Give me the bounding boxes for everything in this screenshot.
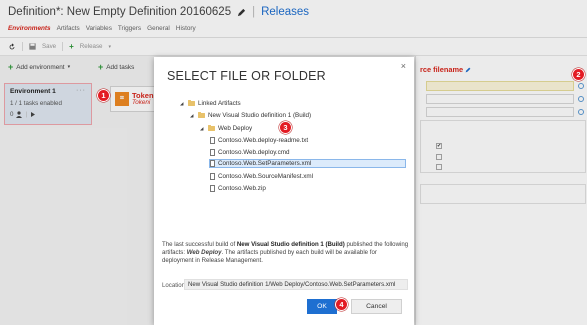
tree-node-build[interactable]: ◢ New Visual Studio definition 1 (Build) [190, 111, 311, 120]
tree-node-label: New Visual Studio definition 1 (Build) [208, 112, 312, 119]
tree-node-linked-artifacts[interactable]: ◢ Linked Artifacts [180, 99, 241, 108]
description-text: The last successful build of [162, 241, 237, 248]
description-build-name: New Visual Studio definition 1 (Build) [236, 241, 345, 248]
tree-node-label: Contoso.Web.SetParameters.xml [218, 160, 312, 167]
callout-badge-4: 4 [335, 298, 348, 311]
cancel-button[interactable]: Cancel [351, 299, 402, 314]
folder-icon [208, 124, 215, 131]
tree-node-label: Linked Artifacts [198, 100, 241, 107]
expand-triangle-icon[interactable]: ◢ [200, 126, 205, 132]
tree-node-label: Contoso.Web.deploy-readme.txt [218, 137, 309, 144]
ok-button[interactable]: OK [307, 299, 337, 314]
callout-badge-1: 1 [97, 89, 110, 102]
file-icon [210, 137, 215, 144]
callout-badge-2: 2 [572, 68, 585, 81]
dialog-title: SELECT FILE OR FOLDER [167, 69, 326, 83]
location-field[interactable]: New Visual Studio definition 1/Web Deplo… [184, 279, 408, 290]
expand-triangle-icon[interactable]: ◢ [180, 101, 185, 107]
folder-icon [198, 111, 205, 118]
file-icon [210, 185, 215, 192]
folder-icon [188, 99, 195, 106]
tree-node-file[interactable]: Contoso.Web.SourceManifest.xml [210, 172, 313, 181]
dialog-description: The last successful build of New Visual … [162, 241, 410, 265]
tree-node-label: Contoso.Web.zip [218, 185, 266, 192]
close-icon[interactable]: × [401, 61, 406, 71]
tree-node-file[interactable]: Contoso.Web.deploy-readme.txt [210, 136, 308, 145]
expand-triangle-icon[interactable]: ◢ [190, 113, 195, 119]
tree-node-file-selected[interactable]: Contoso.Web.SetParameters.xml [209, 159, 406, 168]
tree-node-label: Contoso.Web.deploy.cmd [218, 149, 290, 156]
file-icon [210, 173, 215, 180]
file-icon [210, 149, 215, 156]
callout-badge-3: 3 [279, 121, 292, 134]
file-icon [210, 160, 215, 167]
tree-node-label: Web Deploy [218, 125, 253, 132]
tree-node-file[interactable]: Contoso.Web.zip [210, 184, 266, 193]
tree-node-label: Contoso.Web.SourceManifest.xml [218, 173, 314, 180]
location-label: Location [162, 282, 186, 289]
tree-node-file[interactable]: Contoso.Web.deploy.cmd [210, 148, 290, 157]
tree-node-web-deploy[interactable]: ◢ Web Deploy [200, 124, 252, 133]
description-artifact-name: Web Deploy [186, 248, 222, 256]
